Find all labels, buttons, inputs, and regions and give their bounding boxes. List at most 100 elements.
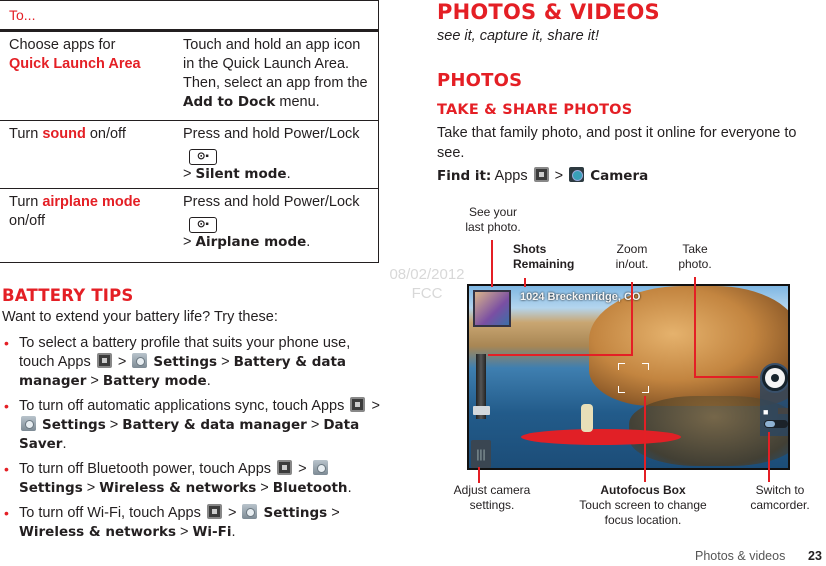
page-number: 23 xyxy=(808,549,822,563)
paddler xyxy=(581,404,593,432)
power-lock-key-icon: ⊙▪ xyxy=(189,149,217,165)
action-highlight: Quick Launch Area xyxy=(9,56,141,72)
instruction-cell: Press and hold Power/Lock ⊙▪ > Silent mod… xyxy=(175,121,378,188)
callout-autofocus: Autofocus Box Touch screen to change foc… xyxy=(578,483,708,528)
path-menu: Wireless & networks xyxy=(19,524,176,540)
settings-icon xyxy=(312,460,328,475)
find-it-label: Find it: xyxy=(437,168,492,184)
separator: > xyxy=(180,524,189,540)
callout-take-photo: Take photo. xyxy=(678,242,712,271)
leader-line xyxy=(694,277,696,378)
last-photo-thumbnail[interactable] xyxy=(473,290,511,327)
path-settings: Settings xyxy=(153,354,218,370)
table-row: Turn sound on/off Press and hold Power/L… xyxy=(0,121,378,189)
chapter-title: PHOTOS & VIDEOS xyxy=(437,0,660,24)
separator: > xyxy=(183,234,196,250)
apps-icon xyxy=(350,397,366,412)
period: . xyxy=(62,436,67,452)
instruction-bold: Silent mode xyxy=(195,166,287,182)
tip-text: To turn off automatic applications sync,… xyxy=(19,398,345,414)
apps-label: Apps xyxy=(494,168,528,184)
instruction-text: Touch and hold an app icon in the Quick … xyxy=(183,37,368,91)
callout-last-photo: See your last photo. xyxy=(465,205,521,234)
action-highlight: airplane mode xyxy=(42,194,141,210)
separator: > xyxy=(227,505,237,521)
action-text: Choose apps for xyxy=(9,37,116,53)
zoom-slider-handle[interactable] xyxy=(473,406,490,415)
separator: > xyxy=(86,480,96,496)
list-item: To turn off Wi-Fi, touch Apps > Settings… xyxy=(2,504,387,542)
watermark-label: FCC xyxy=(411,285,443,302)
leader-line xyxy=(524,278,526,287)
leader-line xyxy=(478,467,480,483)
power-lock-key-icon: ⊙▪ xyxy=(189,217,217,233)
instruction-end: . xyxy=(306,234,311,250)
leader-line xyxy=(631,282,633,356)
callout-switch-camcorder: Switch to camcorder. xyxy=(750,483,810,512)
battery-tips-list: To select a battery profile that suits y… xyxy=(2,334,387,548)
callout-adjust-settings: Adjust camera settings. xyxy=(453,483,531,512)
table-row: Turn airplane mode on/off Press and hold… xyxy=(0,189,378,263)
path-option: Wi-Fi xyxy=(192,524,232,540)
leader-line xyxy=(694,376,758,378)
autofocus-desc: Touch screen to change focus location. xyxy=(579,498,707,527)
apps-icon xyxy=(533,167,549,182)
action-suffix: on/off xyxy=(85,126,126,142)
fcc-watermark: 08/02/2012 FCC xyxy=(372,265,482,303)
af-corner xyxy=(642,363,649,370)
action-text: Turn xyxy=(9,126,43,142)
section-body: Take that family photo, and post it onli… xyxy=(437,125,797,161)
leader-line xyxy=(644,396,646,482)
leader-line xyxy=(488,354,633,356)
battery-tips-intro: Want to extend your battery life? Try th… xyxy=(2,309,278,325)
apps-icon xyxy=(277,460,293,475)
path-settings: Settings xyxy=(263,505,328,521)
instruction-text: Press and hold Power/Lock xyxy=(183,126,360,142)
period: . xyxy=(206,373,211,389)
subsection-heading: TAKE & SHARE PHOTOS xyxy=(437,102,633,118)
instruction-text: Press and hold Power/Lock xyxy=(183,194,360,210)
separator: > xyxy=(221,354,230,370)
camera-app-icon xyxy=(569,167,585,182)
instruction-bold: Add to Dock xyxy=(183,94,276,110)
action-cell: Turn sound on/off xyxy=(0,121,175,188)
shots-remaining-location: 1024 Breckenridge, CO xyxy=(520,291,641,303)
action-cell: Choose apps for Quick Launch Area xyxy=(0,32,175,120)
camera-settings-button[interactable]: ||| xyxy=(471,440,491,468)
quick-actions-table: To... Choose apps for Quick Launch Area … xyxy=(0,0,379,263)
separator: > xyxy=(260,480,269,496)
autofocus-box[interactable] xyxy=(618,363,649,393)
aperture-icon xyxy=(765,368,785,388)
section-heading: PHOTOS xyxy=(437,70,523,91)
action-suffix: on/off xyxy=(9,213,46,229)
instruction-cell: Press and hold Power/Lock ⊙▪ > Airplane m… xyxy=(175,189,378,262)
table-header: To... xyxy=(0,0,378,32)
separator: > xyxy=(109,417,119,433)
list-item: To select a battery profile that suits y… xyxy=(2,334,387,391)
path-option: Battery mode xyxy=(102,373,207,389)
path-menu: Wireless & networks xyxy=(99,480,257,496)
leader-line xyxy=(491,240,493,287)
path-menu: Battery & data manager xyxy=(122,417,307,433)
callout-shots-remaining: Shots Remaining xyxy=(513,242,575,271)
table-row: Choose apps for Quick Launch Area Touch … xyxy=(0,32,378,121)
camcorder-switch[interactable] xyxy=(764,420,788,428)
action-highlight: sound xyxy=(42,126,86,142)
path-settings: Settings xyxy=(19,480,83,496)
tip-text: To turn off Bluetooth power, touch Apps xyxy=(19,461,272,477)
list-item: To turn off Bluetooth power, touch Apps … xyxy=(2,460,387,498)
chapter-subtitle: see it, capture it, share it! xyxy=(437,28,599,44)
separator: > xyxy=(331,505,340,521)
period: . xyxy=(231,524,236,540)
separator: > xyxy=(117,354,127,370)
af-corner xyxy=(618,363,625,370)
settings-icon xyxy=(132,353,148,368)
af-corner xyxy=(618,386,625,393)
shutter-button[interactable] xyxy=(760,363,788,393)
apps-icon xyxy=(206,504,222,519)
camera-label: Camera xyxy=(590,168,649,184)
af-corner xyxy=(642,386,649,393)
separator: > xyxy=(310,417,320,433)
separator: > xyxy=(371,398,380,414)
battery-tips-heading: BATTERY TIPS xyxy=(2,286,134,305)
